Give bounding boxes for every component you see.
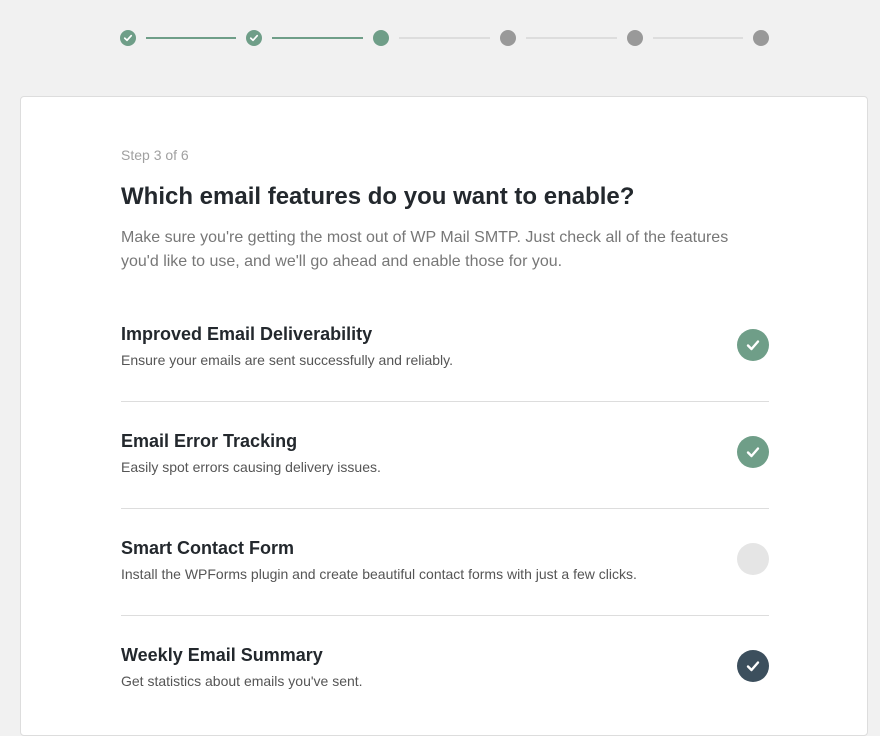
feature-item-error-tracking[interactable]: Email Error Tracking Easily spot errors … bbox=[121, 402, 769, 509]
step-connector-1 bbox=[146, 37, 236, 39]
checkmark-icon bbox=[249, 34, 259, 42]
feature-title: Improved Email Deliverability bbox=[121, 324, 373, 344]
feature-checkbox[interactable] bbox=[737, 650, 769, 682]
step-3-dot bbox=[373, 30, 389, 46]
step-connector-3 bbox=[399, 37, 490, 39]
feature-title: Email Error Tracking bbox=[121, 431, 298, 451]
step-2-dot bbox=[246, 30, 262, 46]
feature-checkbox[interactable] bbox=[737, 543, 769, 575]
feature-checkbox[interactable] bbox=[737, 329, 769, 361]
feature-list: Improved Email Deliverability Ensure you… bbox=[121, 295, 769, 723]
feature-item-smart-contact-form[interactable]: Smart Contact Form Install the WPForms p… bbox=[121, 509, 769, 616]
step-connector-4 bbox=[526, 37, 617, 39]
feature-description: Get statistics about emails you've sent. bbox=[121, 673, 363, 689]
step-1-dot bbox=[120, 30, 136, 46]
setup-wizard-stepper bbox=[0, 0, 880, 76]
step-5-dot bbox=[627, 30, 643, 46]
step-counter: Step 3 of 6 bbox=[121, 147, 189, 163]
checkmark-icon bbox=[123, 34, 133, 42]
wizard-card: Step 3 of 6 Which email features do you … bbox=[20, 96, 868, 736]
feature-title: Weekly Email Summary bbox=[121, 645, 323, 665]
feature-description: Install the WPForms plugin and create be… bbox=[121, 566, 637, 582]
page-description: Make sure you're getting the most out of… bbox=[121, 229, 729, 270]
feature-description: Easily spot errors causing delivery issu… bbox=[121, 459, 381, 475]
checkmark-icon bbox=[746, 340, 760, 351]
feature-item-weekly-summary[interactable]: Weekly Email Summary Get statistics abou… bbox=[121, 616, 769, 723]
step-6-dot bbox=[753, 30, 769, 46]
checkmark-icon bbox=[746, 661, 760, 672]
checkmark-icon bbox=[746, 447, 760, 458]
page-title: Which email features do you want to enab… bbox=[121, 183, 635, 210]
step-connector-5 bbox=[653, 37, 743, 39]
step-4-dot bbox=[500, 30, 516, 46]
feature-checkbox[interactable] bbox=[737, 436, 769, 468]
feature-title: Smart Contact Form bbox=[121, 538, 295, 558]
feature-description: Ensure your emails are sent successfully… bbox=[121, 352, 454, 368]
feature-item-improved-deliverability[interactable]: Improved Email Deliverability Ensure you… bbox=[121, 295, 769, 402]
step-connector-2 bbox=[272, 37, 363, 39]
